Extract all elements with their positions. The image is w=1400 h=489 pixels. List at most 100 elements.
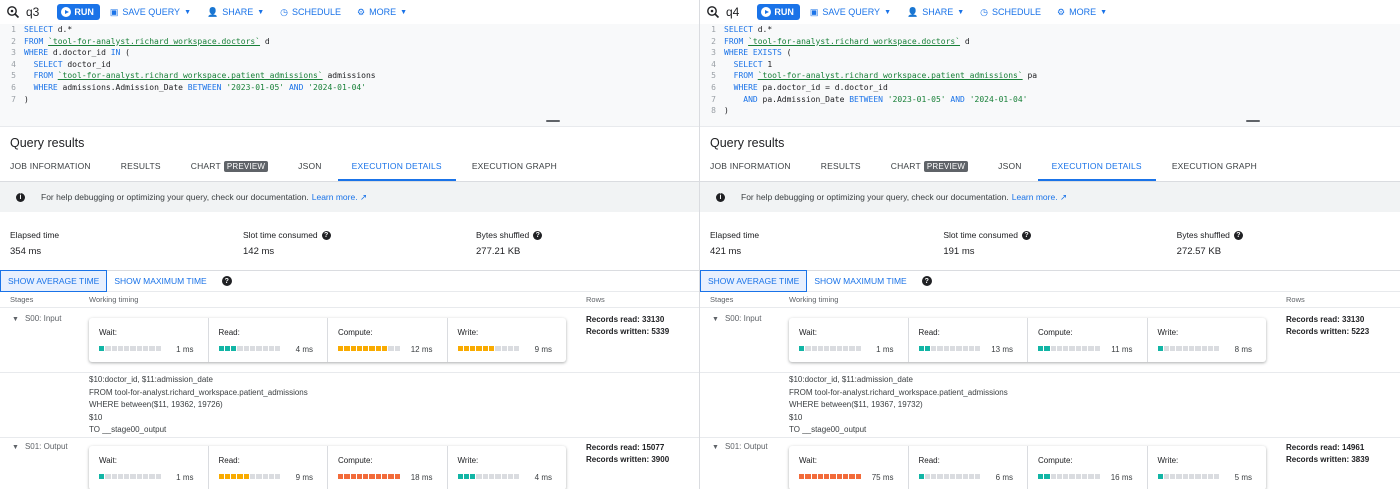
code-text: ) — [724, 106, 729, 116]
help-icon[interactable]: ? — [321, 230, 331, 240]
stage-detail-line: FROM tool-for-analyst.richard_workspace.… — [789, 387, 1008, 397]
code-line: 6 WHERE admissions.Admission_Date BETWEE… — [0, 82, 699, 94]
tab-execution-details[interactable]: EXECUTION DETAILS — [337, 157, 456, 181]
help-icon[interactable]: ? — [1021, 230, 1031, 240]
timing-value: 1 ms — [176, 345, 194, 354]
stage-name[interactable]: ▼ S00: Input — [12, 314, 61, 323]
tab-label: EXECUTION DETAILS — [351, 161, 442, 171]
resize-handle[interactable] — [1246, 120, 1260, 122]
chevron-down-icon: ▼ — [957, 8, 965, 16]
tab-job-information[interactable]: JOB INFORMATION — [10, 157, 91, 181]
line-number: 1 — [711, 25, 716, 34]
tab-json[interactable]: JSON — [998, 157, 1021, 181]
schedule-button[interactable]: ◷ SCHEDULE — [280, 7, 341, 18]
save-query-button[interactable]: ▣ SAVE QUERY ▼ — [810, 7, 891, 18]
stages-list: ▼ S00: Input Wait: 1 ms Read: 13 ms Compute: 11… — [700, 308, 1400, 489]
line-number: 3 — [11, 48, 16, 58]
timing-write: Write: 9 ms — [446, 318, 567, 362]
stages-list: ▼ S00: Input Wait: 1 ms Read: 4 ms Compute: 12 … — [0, 308, 699, 489]
help-icon[interactable]: ? — [1233, 230, 1243, 240]
tab-job-information[interactable]: JOB INFORMATION — [710, 157, 791, 181]
line-number: 2 — [711, 36, 716, 46]
show-average-time-button[interactable]: SHOW AVERAGE TIME — [700, 270, 808, 292]
schedule-button[interactable]: ◷ SCHEDULE — [980, 7, 1041, 18]
timing-label: Read: — [218, 456, 240, 465]
code-lines: 1 SELECT d.* 2 FROM `tool-for-analyst.richa… — [0, 24, 699, 105]
share-button[interactable]: 👤 SHARE ▼ — [207, 7, 264, 18]
stages-header: Stages Working timing Rows — [0, 292, 699, 308]
run-button[interactable]: RUN — [57, 4, 100, 20]
timing-value: 16 ms — [1110, 473, 1133, 482]
code-line: 7 AND pa.Admission_Date BETWEEN '2023-01… — [700, 94, 1400, 106]
timing-bar — [457, 474, 520, 479]
help-icon[interactable]: ? — [921, 276, 932, 286]
sql-editor[interactable]: 1 SELECT d.* 2 FROM `tool-for-analyst.richa… — [0, 24, 699, 126]
stage-name[interactable]: ▼ S00: Input — [712, 314, 761, 323]
timing-label: Wait: — [799, 456, 817, 465]
play-icon — [61, 7, 72, 17]
share-button[interactable]: 👤 SHARE ▼ — [907, 7, 964, 18]
chevron-down-icon: ▼ — [1100, 8, 1108, 16]
show-maximum-time-button[interactable]: SHOW MAXIMUM TIME — [107, 270, 213, 292]
learn-more-link[interactable]: Learn more. ↗ — [1012, 192, 1067, 203]
timing-label: Read: — [918, 456, 940, 465]
tab-chart[interactable]: CHART PREVIEW — [891, 157, 969, 181]
divider — [0, 372, 699, 373]
tab-chart[interactable]: CHART PREVIEW — [191, 157, 269, 181]
code-line: 6 WHERE pa.doctor_id = d.doctor_id — [700, 82, 1400, 94]
show-average-time-button[interactable]: SHOW AVERAGE TIME — [0, 270, 108, 292]
tab-label: JOB INFORMATION — [10, 161, 91, 171]
code-text: SELECT d.* — [724, 25, 773, 34]
tab-execution-details[interactable]: EXECUTION DETAILS — [1037, 157, 1156, 181]
help-icon[interactable]: ? — [533, 230, 543, 240]
code-text: ) — [24, 94, 29, 104]
records-written: Records written: 3839 — [1286, 455, 1370, 464]
help-icon[interactable]: ? — [221, 276, 232, 286]
timing-card: Wait: 1 ms Read: 13 ms Compute: 11 ms Write: 8 … — [789, 318, 1266, 362]
tab-label: JSON — [298, 161, 322, 171]
timing-compute: Compute: 12 ms — [327, 318, 447, 362]
timing-bar — [1038, 346, 1100, 351]
line-number: 7 — [11, 94, 16, 104]
resize-handle[interactable] — [546, 120, 560, 122]
tab-execution-graph[interactable]: EXECUTION GRAPH — [472, 157, 557, 181]
sql-editor[interactable]: 1 SELECT d.* 2 FROM `tool-for-analyst.richa… — [700, 24, 1400, 126]
tab-json[interactable]: JSON — [298, 157, 321, 181]
rows-column-header: Rows — [586, 295, 605, 304]
expand-icon: ▼ — [712, 316, 719, 323]
more-button[interactable]: ⚙ MORE ▼ — [1057, 7, 1107, 18]
save-query-button[interactable]: ▣ SAVE QUERY ▼ — [110, 7, 191, 18]
stage-rows: Records read: 15077 Records written: 3900 — [586, 442, 669, 466]
metric-value: 277.21 KB — [476, 246, 521, 257]
schedule-label: SCHEDULE — [292, 7, 342, 17]
tab-results[interactable]: RESULTS — [121, 157, 161, 181]
run-label: RUN — [74, 7, 94, 17]
learn-more-link[interactable]: Learn more. ↗ — [312, 192, 367, 203]
tab-results[interactable]: RESULTS — [821, 157, 861, 181]
stage-detail-line: $10:doctor_id, $11:admission_date — [89, 375, 213, 384]
timing-label: Write: — [1157, 456, 1179, 465]
external-link-icon: ↗ — [359, 191, 368, 202]
stage-name[interactable]: ▼ S01: Output — [12, 442, 68, 451]
code-text: WHERE admissions.Admission_Date BETWEEN … — [33, 82, 367, 92]
stage-name[interactable]: ▼ S01: Output — [712, 442, 768, 451]
timing-card: Wait: 75 ms Read: 6 ms Compute: 16 ms Write: 5 … — [789, 446, 1266, 489]
stage-detail-line: WHERE between($11, 19367, 19732) — [789, 400, 923, 409]
chevron-down-icon: ▼ — [184, 8, 191, 16]
query-tab-name[interactable]: q4 — [726, 5, 739, 19]
tab-execution-graph[interactable]: EXECUTION GRAPH — [1172, 157, 1257, 181]
run-button[interactable]: RUN — [757, 4, 800, 20]
timing-value: 13 ms — [991, 345, 1013, 354]
timing-bar — [918, 346, 981, 351]
metric-value: 142 ms — [243, 246, 275, 257]
timing-label: Wait: — [799, 328, 817, 337]
records-read: Records read: 15077 — [586, 443, 665, 452]
more-button[interactable]: ⚙ MORE ▼ — [357, 7, 407, 18]
gear-icon: ⚙ — [1057, 6, 1066, 17]
clock-icon: ◷ — [980, 6, 989, 17]
timing-read: Read: 4 ms — [207, 318, 328, 362]
show-maximum-time-button[interactable]: SHOW MAXIMUM TIME — [807, 270, 913, 292]
code-text: FROM `tool-for-analyst.richard_workspace… — [724, 36, 970, 46]
code-lines: 1 SELECT d.* 2 FROM `tool-for-analyst.richa… — [700, 24, 1400, 117]
query-tab-name[interactable]: q3 — [26, 5, 39, 19]
